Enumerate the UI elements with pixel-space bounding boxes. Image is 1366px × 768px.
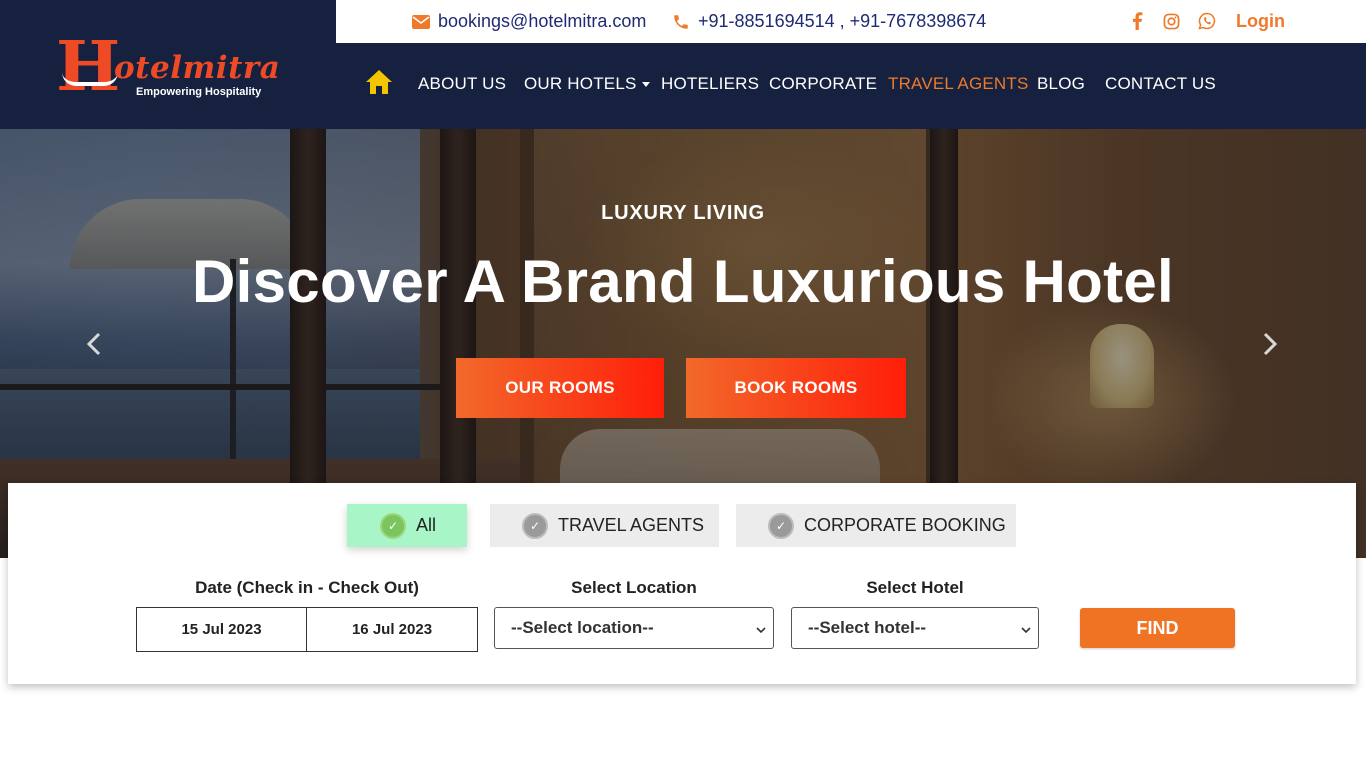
whatsapp-icon[interactable]	[1196, 10, 1218, 32]
location-label: Select Location	[571, 578, 697, 597]
hotel-select[interactable]: --Select hotel--	[791, 607, 1039, 649]
phone-text: +91-8851694514 , +91-7678398674	[698, 11, 987, 31]
date-label: Date (Check in - Check Out)	[195, 578, 419, 597]
check-circle-icon: ✓	[380, 512, 406, 539]
nav-contact-us[interactable]: CONTACT US	[1105, 73, 1216, 95]
check-in-date-field[interactable]: 15 Jul 2023	[136, 607, 307, 652]
envelope-icon	[412, 14, 430, 29]
location-select[interactable]: --Select location--	[494, 607, 774, 649]
nav-about-us[interactable]: ABOUT US	[418, 73, 506, 95]
chevron-down-icon	[755, 621, 767, 634]
find-button[interactable]: FIND	[1080, 608, 1235, 648]
login-link[interactable]: Login	[1236, 0, 1285, 43]
tab-corporate-booking[interactable]: ✓ CORPORATE BOOKING	[736, 504, 1016, 547]
our-rooms-button[interactable]: OUR ROOMS	[456, 358, 664, 418]
nav-our-hotels-label: OUR HOTELS	[524, 74, 637, 93]
hero-title: Discover A Brand Luxurious Hotel	[192, 248, 1174, 315]
tab-travel-agents[interactable]: ✓ TRAVEL AGENTS	[490, 504, 719, 547]
nav-blog[interactable]: BLOG	[1037, 73, 1085, 95]
home-icon[interactable]	[365, 69, 393, 95]
logo-letter: H	[56, 27, 121, 107]
hotel-label: Select Hotel	[866, 578, 964, 597]
site-header: H otelmitra Empowering Hospitality booki…	[0, 0, 1366, 129]
logo-tagline: Empowering Hospitality	[136, 86, 262, 98]
tab-corporate-booking-label: CORPORATE BOOKING	[804, 515, 1006, 535]
check-circle-icon: ✓	[768, 512, 794, 539]
caret-down-icon	[641, 81, 650, 87]
check-out-date-field[interactable]: 16 Jul 2023	[306, 607, 478, 652]
logo-word: otelmitra	[114, 50, 281, 86]
phone-contact[interactable]: +91-8851694514 , +91-7678398674	[672, 0, 986, 43]
main-navigation: ABOUT US OUR HOTELS HOTELIERS CORPORATE …	[336, 43, 1366, 129]
tab-all-label: All	[416, 515, 437, 535]
facebook-icon[interactable]	[1126, 10, 1148, 32]
email-contact[interactable]: bookings@hotelmitra.com	[412, 0, 646, 43]
nav-our-hotels[interactable]: OUR HOTELS	[524, 73, 650, 95]
nav-hoteliers[interactable]: HOTELIERS	[661, 73, 759, 95]
tab-all[interactable]: ✓ All	[347, 504, 467, 547]
location-select-value: --Select location--	[511, 618, 654, 637]
email-text: bookings@hotelmitra.com	[438, 11, 647, 31]
carousel-next-icon[interactable]	[1254, 329, 1284, 359]
hotel-select-value: --Select hotel--	[808, 618, 927, 637]
carousel-prev-icon[interactable]	[80, 329, 110, 359]
chevron-down-icon	[1020, 621, 1032, 634]
hotelmitra-logo[interactable]: H otelmitra Empowering Hospitality	[56, 27, 280, 107]
top-contact-bar: bookings@hotelmitra.com +91-8851694514 ,…	[336, 0, 1366, 43]
phone-icon	[672, 13, 690, 31]
nav-travel-agents[interactable]: TRAVEL AGENTS	[888, 73, 1029, 95]
book-rooms-button[interactable]: BOOK ROOMS	[686, 358, 906, 418]
logo-area: H otelmitra Empowering Hospitality	[0, 0, 336, 129]
tab-travel-agents-label: TRAVEL AGENTS	[558, 515, 705, 535]
check-circle-icon: ✓	[522, 512, 548, 539]
booking-search-panel: ✓ All ✓ TRAVEL AGENTS ✓ CORPORATE BOOKIN…	[8, 483, 1356, 684]
nav-corporate[interactable]: CORPORATE	[769, 73, 877, 95]
hero-kicker: LUXURY LIVING	[601, 202, 765, 224]
instagram-icon[interactable]	[1160, 10, 1182, 32]
